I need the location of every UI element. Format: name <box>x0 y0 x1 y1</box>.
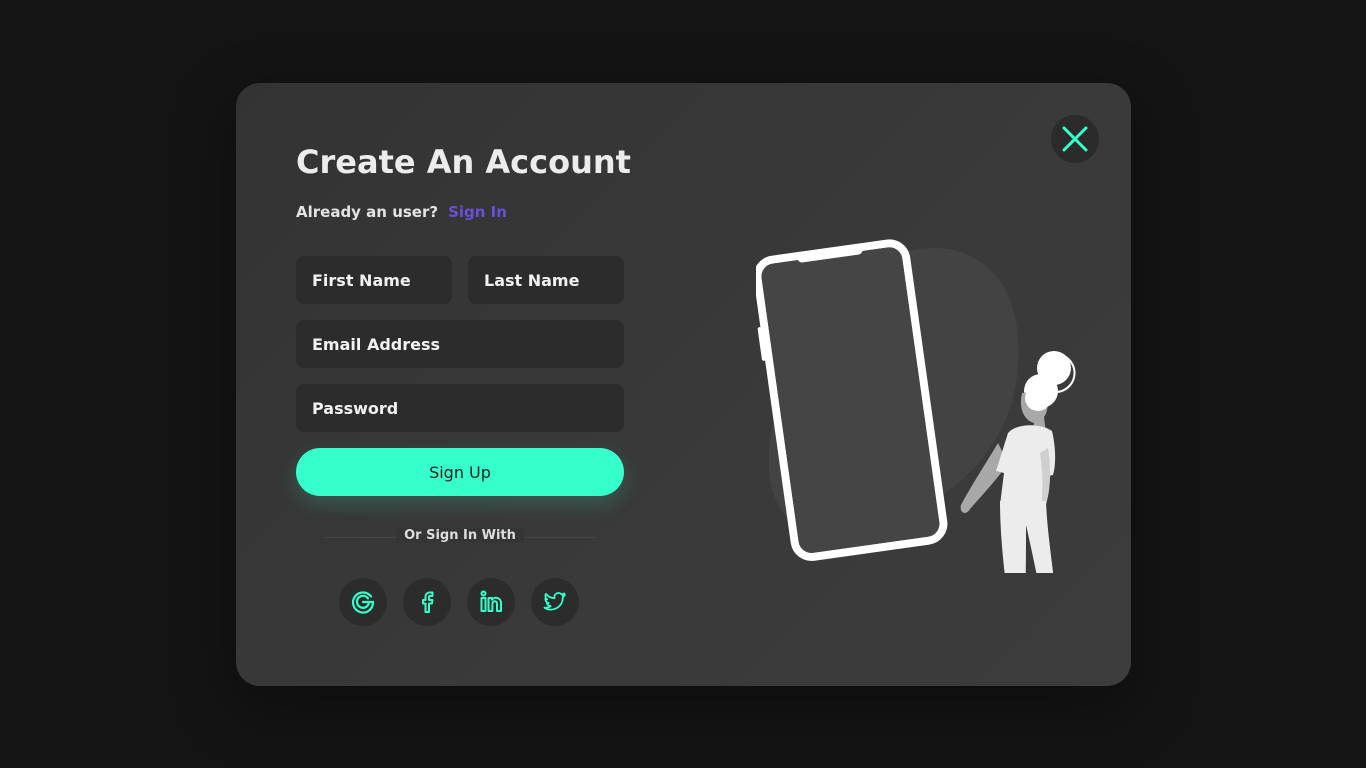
signin-link[interactable]: Sign In <box>448 203 507 221</box>
password-placeholder: Password <box>312 398 399 418</box>
phone-person-illustration <box>756 239 1076 573</box>
google-signin-button[interactable] <box>339 578 387 626</box>
linkedin-icon <box>480 590 502 612</box>
twitter-signin-button[interactable] <box>531 578 579 626</box>
first-name-placeholder: First Name <box>312 270 411 290</box>
linkedin-signin-button[interactable] <box>467 578 515 626</box>
google-icon <box>351 591 375 614</box>
close-icon <box>1062 126 1088 152</box>
close-button[interactable] <box>1051 115 1099 163</box>
facebook-signin-button[interactable] <box>403 578 451 626</box>
signin-prompt: Already an user? Sign In <box>296 203 507 221</box>
signup-modal: Create An Account Already an user? Sign I… <box>236 83 1131 686</box>
email-placeholder: Email Address <box>312 334 441 354</box>
last-name-field[interactable]: Last Name <box>468 256 624 304</box>
page-title: Create An Account <box>296 143 631 181</box>
sign-up-label: Sign Up <box>429 462 491 482</box>
first-name-field[interactable]: First Name <box>296 256 452 304</box>
social-divider: Or Sign In With <box>324 526 596 550</box>
twitter-icon <box>543 592 566 611</box>
last-name-placeholder: Last Name <box>484 270 580 290</box>
password-field[interactable]: Password <box>296 384 624 432</box>
divider-label: Or Sign In With <box>396 528 524 543</box>
facebook-icon <box>422 591 434 613</box>
sign-up-button[interactable]: Sign Up <box>296 448 624 496</box>
signin-prompt-text: Already an user? <box>296 203 439 221</box>
email-field[interactable]: Email Address <box>296 320 624 368</box>
